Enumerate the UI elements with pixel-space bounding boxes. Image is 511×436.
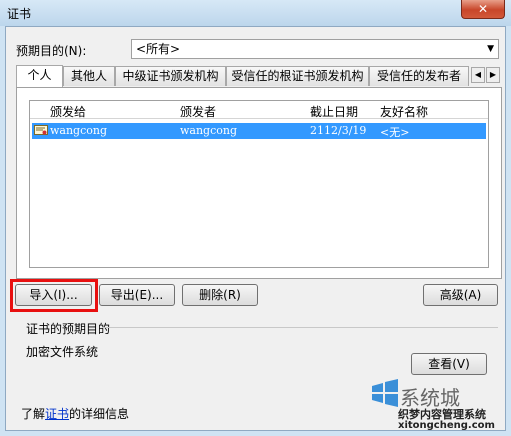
certificate-purposes-value: 加密文件系统 <box>26 345 99 359</box>
column-issued-by[interactable]: 颁发者 <box>180 103 216 120</box>
advanced-button[interactable]: 高级(A) <box>423 284 498 306</box>
delete-button[interactable]: 删除(R) <box>182 284 258 306</box>
learn-more-text: 了解证书的详细信息 <box>21 405 129 422</box>
tab-scroll-right-icon[interactable]: ▶ <box>486 67 500 83</box>
purpose-dropdown[interactable]: <所有> ▼ <box>131 39 499 59</box>
tab-trusted-root-ca[interactable]: 受信任的根证书颁发机构 <box>226 66 369 86</box>
tab-intermediate-ca[interactable]: 中级证书颁发机构 <box>115 66 226 86</box>
watermark: 系统城 织梦内容管理系统 xitongcheng.com <box>370 370 511 436</box>
cell-issued-to: wangcong <box>50 124 108 137</box>
cell-friendly-name: <无> <box>380 126 410 139</box>
tab-scroll-left-icon[interactable]: ◀ <box>471 67 485 83</box>
learn-more-suffix: 的详细信息 <box>69 407 130 421</box>
tab-trusted-publishers[interactable]: 受信任的发布者 <box>369 66 469 86</box>
purpose-label: 预期目的(N): <box>16 44 87 58</box>
tab-strip: 个人 其他人 中级证书颁发机构 受信任的根证书颁发机构 受信任的发布者 ◀ ▶ <box>16 65 502 88</box>
watermark-url: xitongcheng.com <box>398 420 495 431</box>
section-divider <box>102 327 498 328</box>
title-bar: 证书 ✕ <box>0 0 511 26</box>
close-button[interactable]: ✕ <box>461 0 505 19</box>
tab-other-people[interactable]: 其他人 <box>63 66 115 86</box>
certificates-link[interactable]: 证书 <box>45 407 69 421</box>
tab-personal[interactable]: 个人 <box>16 65 63 87</box>
cell-issued-by: wangcong <box>180 124 238 137</box>
certificate-purposes-title: 证书的预期目的 <box>26 322 111 336</box>
learn-more-prefix: 了解 <box>21 407 46 421</box>
cell-expiry-date: 2112/3/19 <box>310 124 367 137</box>
chevron-down-icon: ▼ <box>487 44 494 54</box>
certificate-list[interactable]: 颁发给 颁发者 截止日期 友好名称 wangcong wangcong 2112… <box>29 100 489 268</box>
list-header: 颁发给 颁发者 截止日期 友好名称 <box>30 101 488 119</box>
certificate-icon <box>34 125 48 135</box>
import-highlight-box <box>10 279 98 312</box>
column-friendly-name[interactable]: 友好名称 <box>380 103 428 120</box>
purpose-value: <所有> <box>136 42 181 56</box>
export-button[interactable]: 导出(E)... <box>99 284 175 306</box>
tab-panel-personal: 颁发给 颁发者 截止日期 友好名称 wangcong wangcong 2112… <box>16 87 502 279</box>
window-title: 证书 <box>7 7 32 21</box>
column-issued-to[interactable]: 颁发给 <box>50 103 86 120</box>
windows-logo-icon <box>372 379 398 407</box>
table-row[interactable]: wangcong wangcong 2112/3/19 <无> <box>32 123 486 139</box>
column-expiry-date[interactable]: 截止日期 <box>310 103 358 120</box>
